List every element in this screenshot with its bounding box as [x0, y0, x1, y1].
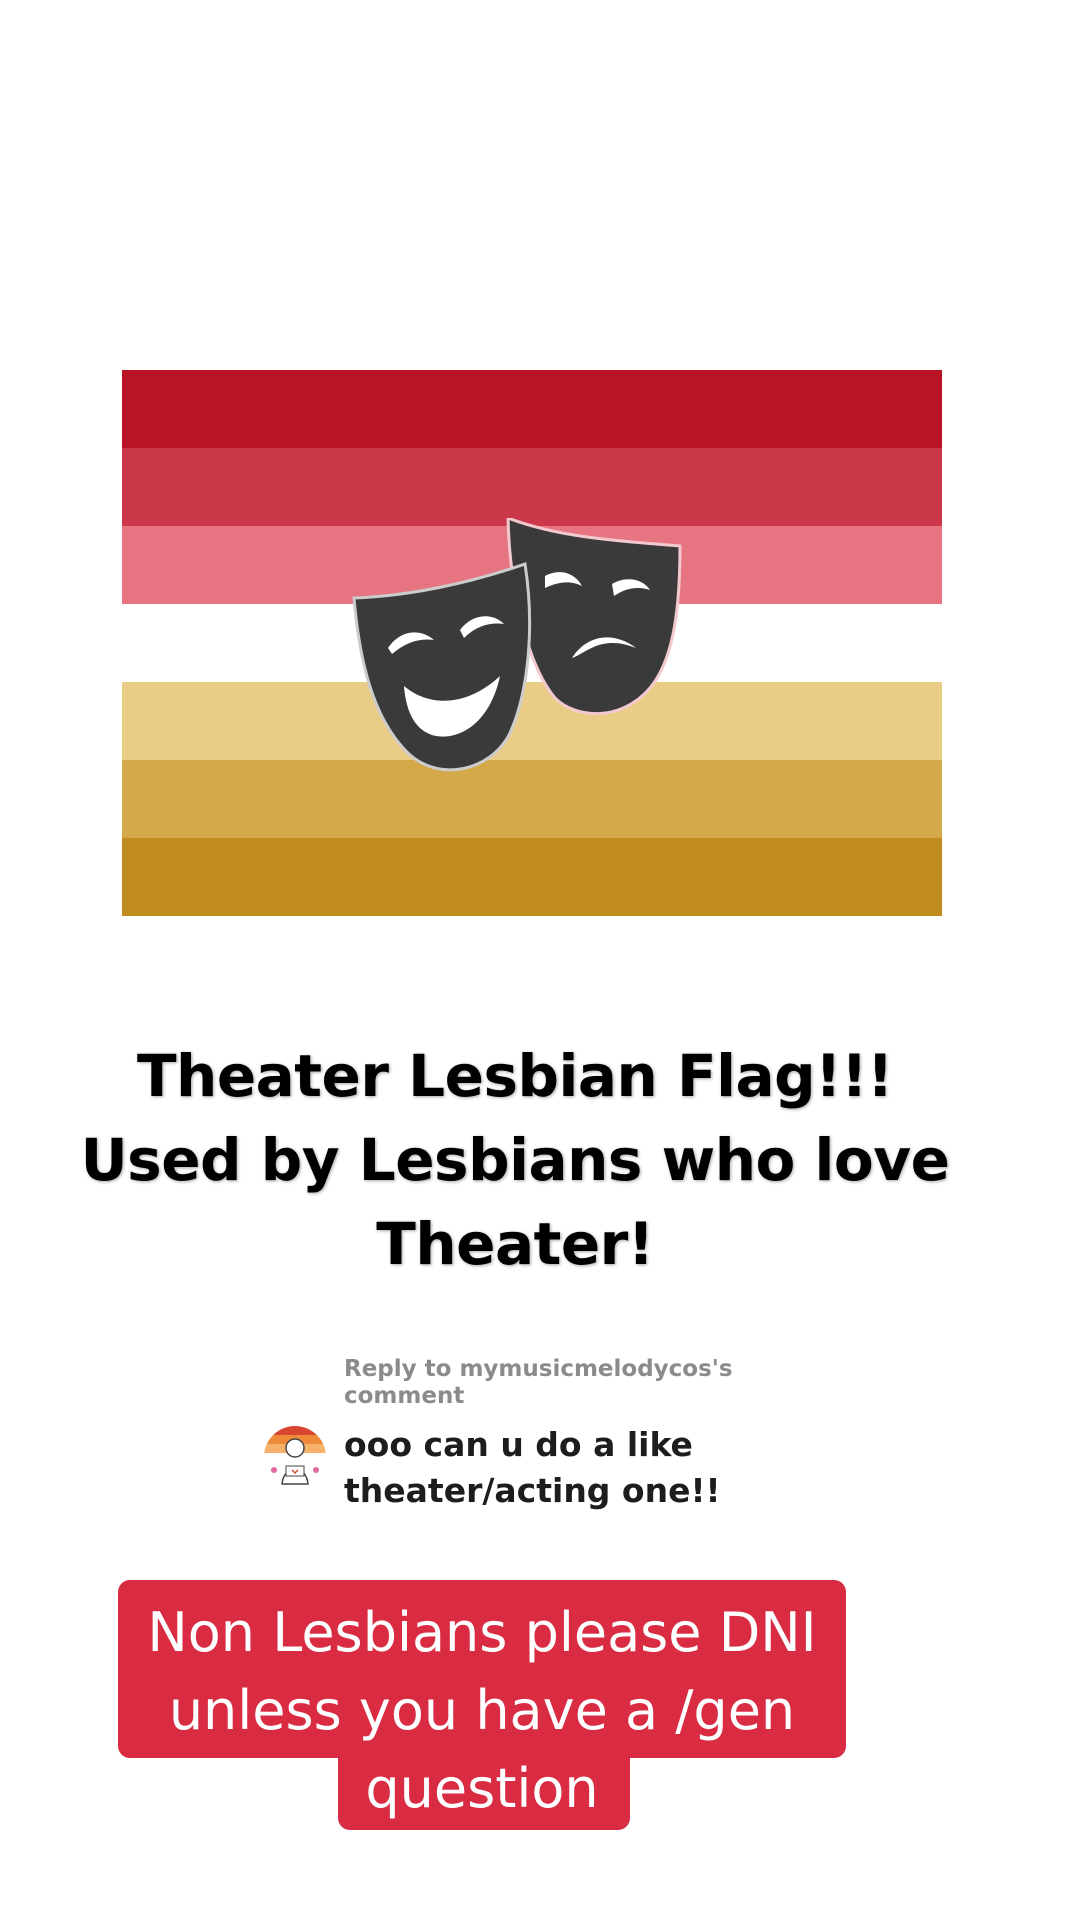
comment-line-1: ooo can u do a like [344, 1425, 693, 1464]
headline-line-3: Theater! [376, 1210, 654, 1278]
caption-box-top [118, 1580, 846, 1758]
flag-stripe-2 [122, 448, 942, 526]
theater-masks-icon [350, 518, 690, 780]
flag-stripe-1 [122, 370, 942, 448]
user-avatar-icon[interactable] [264, 1426, 326, 1488]
reply-row: ooo can u do a like theater/acting one!! [264, 1422, 784, 1514]
comment-line-2: theater/acting one!! [344, 1471, 721, 1510]
caption-line-3: question [365, 1757, 599, 1820]
reply-to-label: Reply to mymusicmelodycos's comment [344, 1356, 784, 1410]
headline-line-1: Theater Lesbian Flag!!! [136, 1042, 894, 1110]
caption-sticker: Non Lesbians please DNI unless you have … [0, 0, 1080, 1920]
reply-to-line-1: Reply to mymusicmelodycos's [344, 1356, 733, 1382]
caption-line-2: unless you have a /gen [168, 1679, 796, 1742]
reply-comment-text: ooo can u do a like theater/acting one!! [344, 1422, 721, 1514]
flag-stripe-7 [122, 838, 942, 916]
reply-comment-card[interactable]: Reply to mymusicmelodycos's comment ooo … [264, 1356, 784, 1514]
caption-line-1: Non Lesbians please DNI [147, 1601, 817, 1664]
headline: Theater Lesbian Flag!!! Used by Lesbians… [60, 1034, 970, 1286]
reply-to-line-2: comment [344, 1383, 465, 1409]
caption-box-bottom [338, 1740, 630, 1830]
headline-line-2: Used by Lesbians who love [80, 1126, 950, 1194]
